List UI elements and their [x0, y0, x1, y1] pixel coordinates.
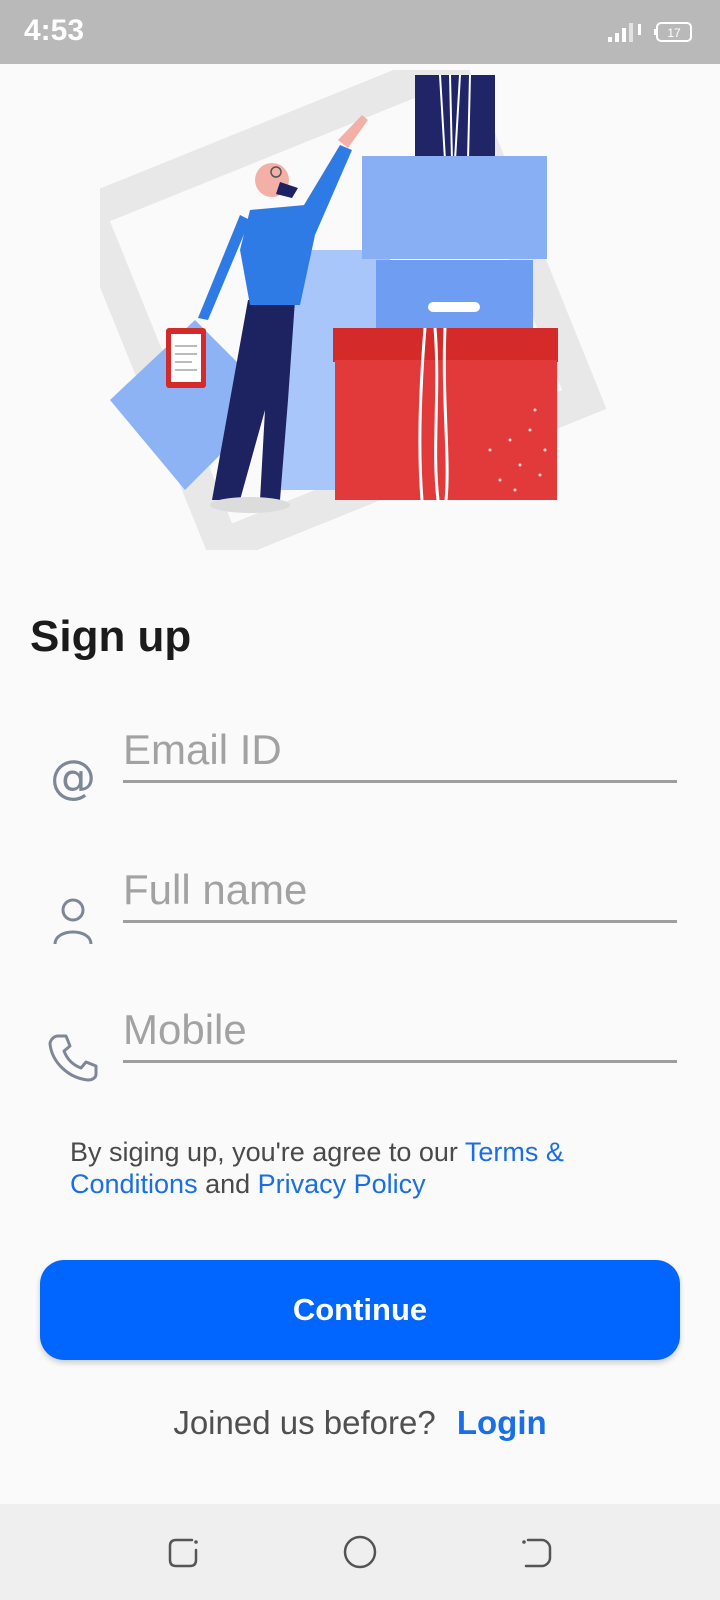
- status-time: 4:53: [24, 14, 85, 47]
- terms-text: By siging up, you're agree to our Terms …: [70, 1136, 630, 1200]
- login-prompt-row: Joined us before? Login: [0, 1404, 720, 1442]
- email-field[interactable]: [123, 720, 677, 783]
- signal-icon: [608, 23, 641, 42]
- navigation-bar: [0, 1504, 720, 1600]
- user-icon: [53, 898, 93, 945]
- recent-apps-icon[interactable]: [164, 1532, 204, 1572]
- privacy-policy-link[interactable]: Privacy Policy: [258, 1169, 426, 1199]
- at-icon: @: [50, 750, 96, 804]
- home-icon[interactable]: [340, 1532, 380, 1572]
- page-title: Sign up: [30, 612, 192, 661]
- mobile-field[interactable]: [123, 1000, 677, 1063]
- status-icons: 17: [594, 20, 694, 44]
- continue-button[interactable]: Continue: [40, 1260, 680, 1360]
- person-with-boxes-illustration: [100, 70, 607, 550]
- sign-up-screen: 4:53 17 Sign up @ Email ID Full name Mob…: [0, 0, 720, 1600]
- login-prompt: Joined us before?: [173, 1404, 436, 1441]
- terms-prefix: By siging up, you're agree to our: [70, 1137, 465, 1167]
- full-name-field[interactable]: [123, 860, 677, 923]
- terms-middle: and: [197, 1169, 258, 1199]
- login-link[interactable]: Login: [457, 1404, 547, 1441]
- battery-icon: 17: [654, 22, 692, 42]
- battery-level: 17: [667, 26, 681, 40]
- mobile-row: [0, 1000, 720, 1100]
- phone-icon: [48, 1034, 98, 1082]
- email-row: @: [0, 720, 720, 820]
- full-name-row: [0, 860, 720, 960]
- back-icon[interactable]: [516, 1532, 556, 1572]
- status-bar: 4:53 17: [0, 0, 720, 64]
